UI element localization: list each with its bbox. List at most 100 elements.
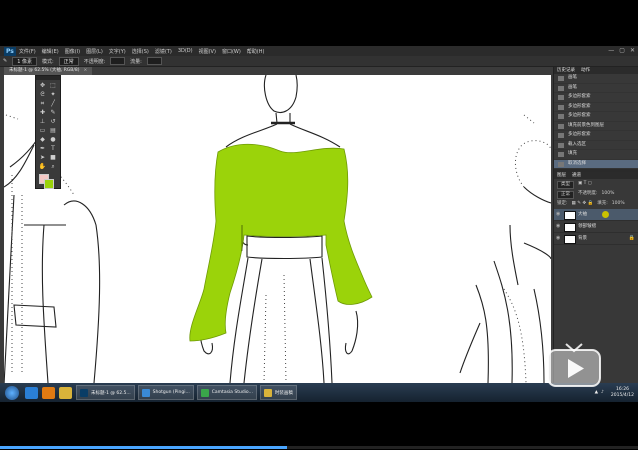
video-progress-bar[interactable]	[0, 446, 638, 449]
taskbar-photoshop[interactable]: 未标题-1 @ 62.5...	[76, 385, 135, 400]
brush-tool-icon[interactable]: ✎	[49, 109, 58, 116]
taskbar-shotgun[interactable]: Shotgun (Pingi...	[137, 385, 194, 400]
opacity-field[interactable]	[110, 57, 126, 65]
windows-taskbar: 未标题-1 @ 62.5... Shotgun (Pingi... Camtas…	[0, 383, 638, 402]
hand-tool-icon[interactable]: ✋	[38, 163, 47, 170]
history-step-icon	[558, 95, 564, 100]
fill-value[interactable]: 100%	[612, 199, 625, 209]
menu-select[interactable]: 选择(S)	[132, 48, 149, 55]
options-bar: ✎ 1 像素 模式: 正常 不透明度: 流量:	[0, 56, 638, 67]
layer-kind-filter[interactable]: 类型	[557, 181, 574, 189]
history-item[interactable]: 多边形套索	[554, 103, 638, 112]
eraser-tool-icon[interactable]: ▭	[38, 127, 47, 134]
stamp-tool-icon[interactable]: ⊥	[38, 118, 47, 125]
history-step-icon	[558, 161, 564, 167]
document-canvas[interactable]: ✥ ⬚ ᘓ ✦ ⌗ ╱ ✚ ✎ ⊥ ↺ ▭ ▤ ◆ ● ✒ T ➤ ■ ✋ ⌕	[4, 75, 551, 383]
lock-icons[interactable]: ▦ ✎ ✥ 🔒	[572, 199, 594, 209]
play-icon[interactable]	[546, 342, 602, 388]
menu-type[interactable]: 文字(Y)	[109, 48, 126, 55]
color-swatches	[36, 174, 60, 194]
history-item[interactable]: 画笔	[554, 74, 638, 84]
start-button-icon[interactable]	[5, 385, 19, 400]
history-item[interactable]: 多边形套索	[554, 112, 638, 122]
layer-row[interactable]: ◉ 背景 🔒	[554, 233, 638, 245]
close-tab-icon[interactable]: ×	[84, 68, 88, 73]
visibility-eye-icon[interactable]: ◉	[556, 233, 560, 244]
history-item[interactable]: 载入选区	[554, 141, 638, 150]
layer-row[interactable]: ◉ 大袖	[554, 209, 638, 221]
history-item[interactable]: 多边形套索	[554, 93, 638, 103]
maximize-button[interactable]: ▢	[619, 47, 625, 54]
history-step-icon	[558, 114, 564, 119]
gradient-tool-icon[interactable]: ▤	[49, 127, 58, 134]
document-tab[interactable]: 未标题-1 @ 62.5% (大袖, RGB/8) ×	[4, 67, 93, 75]
menu-view[interactable]: 视图(V)	[199, 48, 216, 55]
pen-tool-icon[interactable]: ✒	[38, 145, 47, 152]
menu-edit[interactable]: 编辑(E)	[42, 48, 59, 55]
network-icon[interactable]: ▲	[595, 390, 598, 395]
tab-layers[interactable]: 图层	[557, 172, 566, 179]
layer-name: 领部皱褶	[578, 224, 596, 229]
media-player-icon[interactable]	[42, 386, 55, 399]
path-select-tool-icon[interactable]: ➤	[38, 154, 47, 161]
blur-tool-icon[interactable]: ◆	[38, 136, 47, 143]
lock-icon: 🔒	[628, 235, 635, 241]
flow-field[interactable]	[146, 57, 162, 65]
brush-tool-icon[interactable]: ✎	[3, 58, 7, 64]
history-brush-tool-icon[interactable]: ↺	[49, 118, 58, 125]
background-color-swatch[interactable]	[44, 179, 54, 189]
shape-tool-icon[interactable]: ■	[49, 154, 58, 161]
history-step-icon	[558, 104, 564, 110]
tab-actions[interactable]: 动作	[581, 67, 590, 74]
menu-layer[interactable]: 图层(L)	[86, 48, 103, 55]
taskbar-camtasia[interactable]: Camtasia Studio...	[196, 385, 257, 400]
layer-opacity-value[interactable]: 100%	[602, 189, 615, 199]
tab-channels[interactable]: 通道	[572, 172, 581, 179]
history-step-icon	[558, 142, 564, 148]
clock[interactable]: 16:26 2015/4/12	[611, 387, 634, 399]
lock-label: 锁定:	[557, 201, 568, 206]
mode-select[interactable]: 正常	[58, 56, 79, 66]
visibility-eye-icon[interactable]: ◉	[556, 209, 560, 220]
blend-mode-select[interactable]: 正常	[557, 191, 574, 199]
ie-icon[interactable]	[25, 386, 38, 399]
move-tool-icon[interactable]: ✥	[38, 82, 47, 89]
marquee-tool-icon[interactable]: ⬚	[49, 82, 58, 89]
minimize-button[interactable]: —	[608, 47, 614, 54]
eyedropper-tool-icon[interactable]: ╱	[49, 100, 58, 107]
type-tool-icon[interactable]: T	[49, 145, 58, 152]
zoom-tool-icon[interactable]: ⌕	[49, 163, 58, 170]
history-item-active[interactable]: 取消选择	[554, 159, 638, 169]
menu-filter[interactable]: 滤镜(T)	[155, 48, 172, 55]
brush-size-field[interactable]: 1 像素	[12, 56, 37, 66]
folder-icon[interactable]	[59, 386, 72, 399]
cursor-marker	[602, 211, 609, 218]
green-bodice-fill	[189, 143, 373, 342]
menu-3d[interactable]: 3D(D)	[178, 48, 193, 54]
layers-list: ◉ 大袖 ◉ 领部皱褶 ◉ 背景 🔒	[554, 209, 638, 245]
volume-icon[interactable]: ♪	[601, 390, 604, 395]
visibility-eye-icon[interactable]: ◉	[556, 221, 560, 232]
healing-tool-icon[interactable]: ✚	[38, 109, 47, 116]
menu-help[interactable]: 帮助(H)	[247, 48, 265, 55]
menu-window[interactable]: 窗口(W)	[222, 48, 241, 55]
crop-tool-icon[interactable]: ⌗	[38, 100, 47, 107]
history-item[interactable]: 填充	[554, 150, 638, 160]
layer-thumbnail	[564, 211, 576, 220]
video-progress-fill	[0, 446, 288, 449]
layer-row[interactable]: ◉ 领部皱褶	[554, 221, 638, 233]
magic-wand-tool-icon[interactable]: ✦	[49, 91, 58, 98]
dodge-tool-icon[interactable]: ●	[49, 136, 58, 143]
layer-opacity-label: 不透明度:	[578, 191, 598, 196]
history-item[interactable]: 画笔	[554, 84, 638, 93]
history-item[interactable]: 填充前景色到图层	[554, 122, 638, 131]
history-item[interactable]: 多边形套索	[554, 131, 638, 141]
menu-image[interactable]: 图像(I)	[65, 48, 80, 55]
tab-history[interactable]: 历史记录	[557, 67, 575, 74]
taskbar-folder[interactable]: 时装画稿	[259, 385, 297, 400]
fill-label: 填充:	[597, 201, 608, 206]
menu-file[interactable]: 文件(F)	[19, 48, 36, 55]
close-button[interactable]: ✕	[630, 47, 635, 54]
folder-icon	[263, 388, 272, 397]
lasso-tool-icon[interactable]: ᘓ	[38, 91, 47, 98]
